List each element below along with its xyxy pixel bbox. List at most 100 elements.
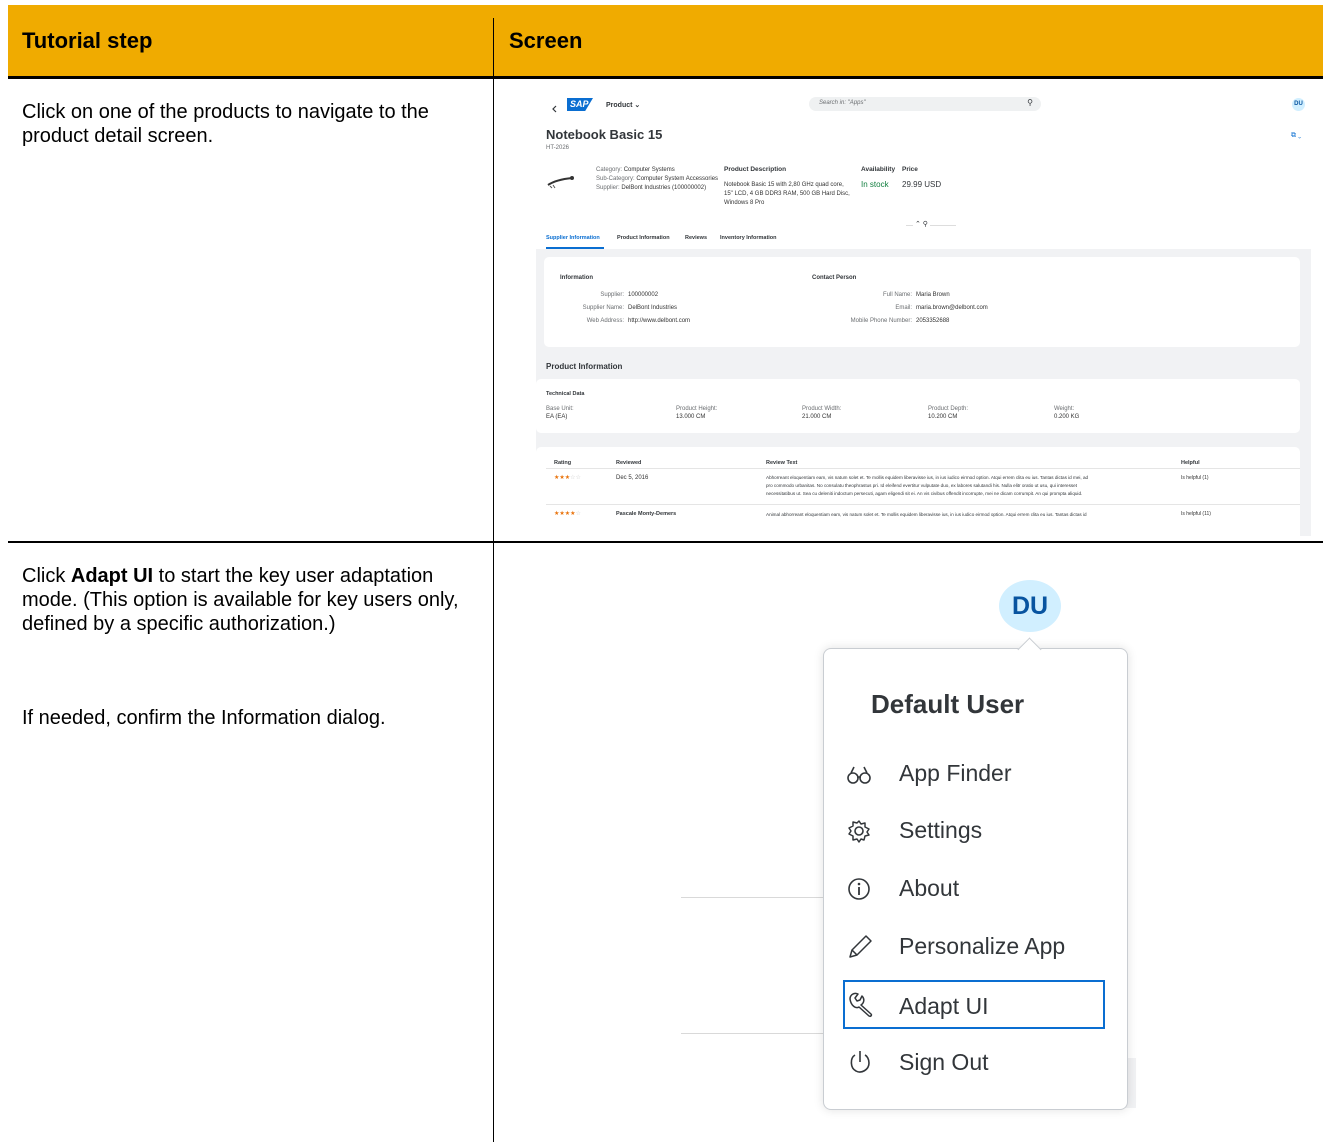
availability-status: In stock <box>861 180 889 189</box>
table-header <box>8 5 1323 76</box>
header-screen: Screen <box>509 28 583 53</box>
menu-item-label: Settings <box>899 817 983 843</box>
supplier-name-label: Supplier Name: <box>582 305 624 311</box>
web-address-label: Web Address: <box>586 318 624 324</box>
weight-value: 0.200 KG <box>1054 414 1080 420</box>
review-text: Animal abhorreant eloquentiam eam, vis n… <box>766 512 1087 517</box>
pencil-icon <box>846 933 874 961</box>
base-unit-value: EA (EA) <box>546 414 568 420</box>
supplier-id-value: 100000002 <box>628 292 659 298</box>
menu-item-about[interactable]: About <box>842 871 1112 909</box>
web-address-value[interactable]: http://www.delbont.com <box>628 318 690 324</box>
technical-data-card: Technical Data Base Unit: EA (EA) Produc… <box>536 379 1300 433</box>
contact-person-title: Contact Person <box>812 275 857 281</box>
rating-stars: ★★★★☆ <box>554 511 581 517</box>
reviews-card: Rating Reviewed Review Text Helpful ★★★☆… <box>536 447 1300 536</box>
supplier-info-card: Information Supplier: 100000002 Supplier… <box>544 257 1300 347</box>
share-icon[interactable]: ⧉ ⌄ <box>1291 132 1301 140</box>
product-detail-screenshot: SAP Product ⌄ Search in: "Apps" ⚲ DU Not… <box>536 93 1311 536</box>
product-information-title: Product Information <box>546 362 623 371</box>
background-line <box>681 1033 823 1034</box>
information-title: Information <box>560 275 593 281</box>
product-attributes: Category: Computer Systems Sub-Category:… <box>596 167 719 191</box>
collapse-header-icon[interactable]: ⌃ ⚲ <box>913 220 930 228</box>
power-icon <box>846 1048 874 1076</box>
rating-column-header: Rating <box>554 460 572 466</box>
section-tabs: Supplier Information Product Information… <box>546 235 1311 249</box>
app-title-menu[interactable]: Product ⌄ <box>606 101 640 109</box>
supplier-id-label: Supplier: <box>600 292 624 298</box>
product-description: Notebook Basic 15 with 2,80 GHz quad cor… <box>724 182 850 206</box>
review-text: Abhorreant eloquentiam eam, vis natum so… <box>766 475 1089 496</box>
helpful-link[interactable]: Is helpful (11) <box>1181 511 1211 517</box>
helpful-column-header: Helpful <box>1181 460 1200 466</box>
product-id: HT-2026 <box>546 145 570 151</box>
full-name-label: Full Name: <box>882 292 912 298</box>
menu-item-label: Sign Out <box>899 1049 989 1075</box>
column-divider <box>493 18 494 1142</box>
avatar[interactable]: DU <box>1292 98 1305 111</box>
menu-item-sign-out[interactable]: Sign Out <box>842 1044 1112 1082</box>
base-unit-label: Base Unit: <box>546 406 574 412</box>
content-area: Information Supplier: 100000002 Supplier… <box>536 249 1311 536</box>
review-date: Dec 5, 2016 <box>616 475 649 481</box>
search-input[interactable]: Search in: "Apps" ⚲ <box>809 97 1041 111</box>
product-depth-label: Product Depth: <box>928 406 969 412</box>
user-name-title: Default User <box>871 689 1025 719</box>
row-divider <box>8 541 1323 543</box>
price-label: Price <box>902 166 918 173</box>
helpful-link[interactable]: Is helpful (1) <box>1181 475 1209 481</box>
wrench-icon <box>847 991 875 1019</box>
menu-item-app-finder[interactable]: App Finder <box>842 756 1112 794</box>
menu-item-personalize-app[interactable]: Personalize App <box>842 929 1112 967</box>
info-icon <box>846 876 872 902</box>
product-image <box>546 175 576 189</box>
availability-label: Availability <box>861 166 896 173</box>
background-line <box>681 897 823 898</box>
full-name-value: Maria Brown <box>916 292 950 298</box>
product-depth-value: 10.200 CM <box>928 414 958 420</box>
tab-reviews[interactable]: Reviews <box>685 235 707 241</box>
menu-item-settings[interactable]: Settings <box>842 813 1112 851</box>
product-description-title: Product Description <box>724 166 787 173</box>
reviewed-column-header: Reviewed <box>616 460 642 466</box>
gear-icon <box>846 818 872 844</box>
technical-data-title: Technical Data <box>546 391 585 397</box>
phone-value[interactable]: 2053352688 <box>916 318 949 324</box>
product-width-label: Product Width: <box>802 406 842 412</box>
price-value: 29.99 USD <box>902 180 942 189</box>
supplier-name-value: DelBont Industries <box>628 305 678 311</box>
chevron-left-icon[interactable] <box>550 101 560 113</box>
binoculars-icon <box>846 762 872 788</box>
search-icon[interactable]: ⚲ <box>1027 98 1033 107</box>
menu-item-label: App Finder <box>899 760 1012 786</box>
reviewer-name: Pascale Monty-Demers <box>616 511 677 517</box>
step-2-confirm-text: If needed, confirm the Information dialo… <box>22 707 386 729</box>
phone-label: Mobile Phone Number: <box>850 318 912 324</box>
email-label: Email: <box>895 305 912 311</box>
menu-item-label: Personalize App <box>899 933 1066 959</box>
tab-inventory-information[interactable]: Inventory Information <box>720 235 777 241</box>
rating-stars: ★★★☆☆ <box>554 475 581 481</box>
review-row-divider <box>546 504 1300 505</box>
menu-item-label: Adapt UI <box>899 993 989 1019</box>
tab-supplier-information[interactable]: Supplier Information <box>546 235 600 241</box>
step-1-text: Click on one of the products to navigate… <box>22 101 429 147</box>
user-avatar[interactable]: DU <box>999 580 1061 632</box>
header-divider <box>8 76 1323 79</box>
tab-product-information[interactable]: Product Information <box>617 235 670 241</box>
product-height-label: Product Height: <box>676 406 718 412</box>
review-header-divider <box>546 468 1300 469</box>
product-height-value: 13.000 CM <box>676 414 706 420</box>
email-value[interactable]: maria.brown@delbont.com <box>916 305 988 311</box>
header-tutorial-step: Tutorial step <box>22 28 153 53</box>
product-title: Notebook Basic 15 <box>546 127 663 142</box>
adapt-ui-emphasis: Adapt UI <box>70 565 154 587</box>
sap-logo: SAP <box>567 98 593 111</box>
menu-item-label: About <box>899 875 960 901</box>
product-width-value: 21.000 CM <box>802 414 832 420</box>
weight-label: Weight: <box>1054 406 1075 412</box>
step-2-text: Click Adapt UI to start the key user ada… <box>22 565 459 635</box>
menu-item-adapt-ui[interactable]: Adapt UI <box>843 980 1105 1029</box>
review-text-column-header: Review Text <box>766 460 798 466</box>
